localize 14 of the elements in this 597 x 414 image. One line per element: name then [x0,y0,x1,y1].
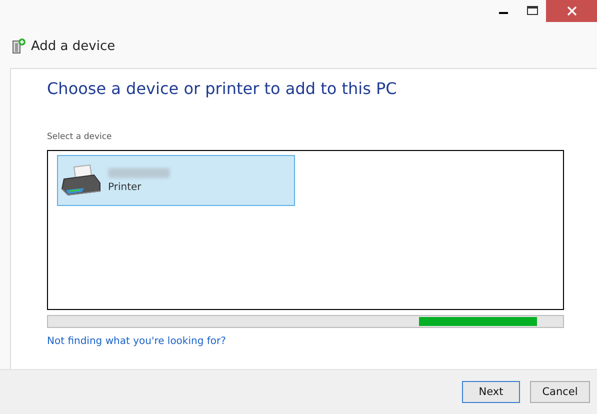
cancel-button[interactable]: Cancel [530,381,590,403]
printer-icon [60,162,102,198]
section-label: Select a device [47,132,113,142]
window-title: Add a device [31,38,116,54]
close-button[interactable] [546,0,597,22]
maximize-icon [526,6,538,16]
device-add-icon [12,38,26,54]
device-type: Printer [108,182,142,193]
next-button[interactable]: Next [462,381,520,403]
blurred-name [108,168,170,178]
page-heading: Choose a device or printer to add to this PC [47,79,398,98]
device-item[interactable]: Printer [57,155,295,206]
help-link[interactable]: Not finding what you're looking for? [47,336,226,347]
close-icon [566,6,576,16]
